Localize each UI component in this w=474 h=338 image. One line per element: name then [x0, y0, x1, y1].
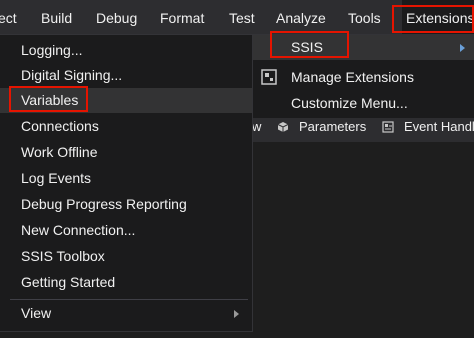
menu-project[interactable]: ect: [0, 0, 17, 36]
ssis-item-connections[interactable]: Connections: [0, 114, 252, 139]
parameters-icon: [277, 122, 289, 132]
ssis-item-view[interactable]: View: [0, 301, 252, 326]
menu-debug[interactable]: Debug: [96, 0, 137, 36]
variables-highlight-box: [9, 86, 88, 112]
ssis-item-digital-signing[interactable]: Digital Signing...: [0, 63, 252, 88]
menu-format[interactable]: Format: [160, 0, 204, 36]
menu-separator: [10, 299, 248, 300]
submenu-arrow-icon: [460, 44, 465, 52]
customize-menu-label: Customize Menu...: [291, 95, 408, 111]
ssis-item-debug-progress-reporting[interactable]: Debug Progress Reporting: [0, 192, 252, 217]
extensions-item-manage-extensions[interactable]: Manage Extensions: [253, 65, 474, 90]
ssis-item-new-connection[interactable]: New Connection...: [0, 218, 252, 243]
ssis-item-logging[interactable]: Logging...: [0, 38, 252, 63]
menu-test[interactable]: Test: [229, 0, 255, 36]
ssis-menu: Logging... Digital Signing... Variables …: [0, 34, 253, 332]
event-handlers-icon: [382, 121, 394, 133]
view-submenu-arrow-icon: [234, 310, 239, 318]
menu-build[interactable]: Build: [41, 0, 72, 36]
ssis-highlight-box: [270, 31, 349, 58]
ssis-item-work-offline[interactable]: Work Offline: [0, 140, 252, 165]
extensions-highlight-box: [392, 5, 474, 33]
extensions-item-customize-menu[interactable]: Customize Menu...: [253, 91, 474, 116]
manage-extensions-label: Manage Extensions: [291, 69, 414, 85]
ssis-item-ssis-toolbox[interactable]: SSIS Toolbox: [0, 244, 252, 269]
ssis-item-log-events[interactable]: Log Events: [0, 166, 252, 191]
ssis-item-getting-started[interactable]: Getting Started: [0, 270, 252, 295]
menu-tools[interactable]: Tools: [348, 0, 381, 36]
ide-window: ect Build Debug Format Test Analyze Tool…: [0, 0, 474, 338]
